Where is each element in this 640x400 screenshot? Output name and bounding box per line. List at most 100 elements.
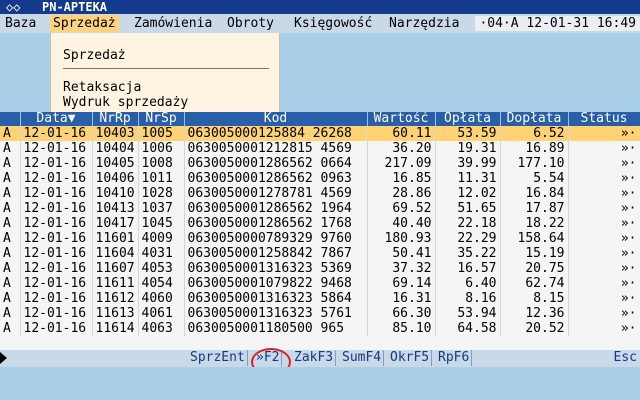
cell-flag: A: [0, 156, 21, 171]
table-row[interactable]: A 12-01-16 10413 1037 0630050001286562 1964 6…: [0, 201, 640, 216]
cell-oplata: 8.16: [435, 291, 501, 306]
cell-wartosc: 28.86: [367, 186, 436, 201]
cell-wartosc: 66.30: [367, 306, 436, 321]
cell-data: 12-01-16: [20, 306, 93, 321]
column-header-wartosc[interactable]: Wartość: [367, 112, 436, 126]
cell-doplata: 8.15: [500, 291, 569, 306]
dropdown-item-retaksacja[interactable]: Retaksacja: [63, 80, 141, 95]
cell-doplata: 20.52: [500, 321, 569, 336]
cell-oplata: 35.22: [435, 246, 501, 261]
column-header-kod[interactable]: Kod: [184, 112, 368, 126]
table-row[interactable]: A 12-01-16 11604 4031 0630050001258842 7867 5…: [0, 246, 640, 261]
table-row[interactable]: A 12-01-16 11613 4061 0630050001316323 5761 6…: [0, 306, 640, 321]
cell-wartosc: 50.41: [367, 246, 436, 261]
cell-flag: A: [0, 141, 21, 156]
cell-nrrp: 10406: [92, 171, 139, 186]
cell-doplata: 20.75: [500, 261, 569, 276]
cell-nrrp: 10410: [92, 186, 139, 201]
cell-kod: 0630050001180500 965: [184, 321, 368, 336]
table-row[interactable]: A 12-01-16 11614 4063 0630050001180500 965 85…: [0, 321, 640, 336]
cell-data: 12-01-16: [20, 321, 93, 336]
fkey-zakf3[interactable]: ZakF3: [292, 350, 337, 366]
menu-narzedzia[interactable]: Narzędzia: [386, 15, 462, 32]
menu-zamowienia[interactable]: Zamówienia: [131, 15, 215, 32]
cell-wartosc: 69.52: [367, 201, 436, 216]
cell-status: »·: [568, 126, 640, 141]
cell-nrrp: 10404: [92, 141, 139, 156]
cell-nrrp: 11611: [92, 276, 139, 291]
cell-wartosc: 217.09: [367, 156, 436, 171]
cell-status: »·: [568, 231, 640, 246]
cell-nrsp: 1028: [138, 186, 185, 201]
window-title: PN-APTEKA: [42, 0, 108, 14]
cell-nrsp: 1045: [138, 216, 185, 231]
menu-ksiegowosc[interactable]: Księgowość: [291, 15, 375, 32]
cell-kod: 0630050001258842 7867: [184, 246, 368, 261]
cell-data: 12-01-16: [20, 231, 93, 246]
menu-obroty[interactable]: Obroty: [224, 15, 277, 32]
table-row[interactable]: A 12-01-16 10405 1008 0630050001286562 0664 2…: [0, 156, 640, 171]
table-row[interactable]: A 12-01-16 10404 1006 0630050001212815 4569 3…: [0, 141, 640, 156]
table-row[interactable]: A 12-01-16 10403 1005 063005000125884 26268 6…: [0, 126, 640, 141]
cell-nrsp: 4053: [138, 261, 185, 276]
cell-oplata: 64.58: [435, 321, 501, 336]
cell-flag: A: [0, 186, 21, 201]
cell-data: 12-01-16: [20, 276, 93, 291]
cell-kod: 0630050001278781 4569: [184, 186, 368, 201]
menu-baza[interactable]: Baza: [2, 15, 39, 32]
cell-doplata: 6.52: [500, 126, 569, 141]
cell-status: »·: [568, 291, 640, 306]
cell-flag: A: [0, 246, 21, 261]
cell-nrrp: 10403: [92, 126, 139, 141]
cell-kod: 0630050001079822 9468: [184, 276, 368, 291]
dropdown-item-wydruk-sprzedazy[interactable]: Wydruk sprzedaży: [63, 95, 188, 110]
cell-nrrp: 10413: [92, 201, 139, 216]
column-header-nrsp[interactable]: NrSp: [138, 112, 185, 126]
fkey-sumf4[interactable]: SumF4: [340, 350, 385, 366]
table-row[interactable]: A 12-01-16 11611 4054 0630050001079822 9468 6…: [0, 276, 640, 291]
menu-sprzedaz[interactable]: Sprzedaż: [50, 15, 119, 32]
cell-flag: A: [0, 321, 21, 336]
column-header-oplata[interactable]: Opłata: [435, 112, 501, 126]
cell-kod: 0630050001286562 0963: [184, 171, 368, 186]
cell-doplata: 15.19: [500, 246, 569, 261]
cell-oplata: 19.31: [435, 141, 501, 156]
table-row[interactable]: A 12-01-16 11612 4060 0630050001316323 5864 1…: [0, 291, 640, 306]
cell-nrsp: 1008: [138, 156, 185, 171]
table-row[interactable]: A 12-01-16 11601 4009 0630050000789329 9760 1…: [0, 231, 640, 246]
table-row[interactable]: A 12-01-16 11607 4053 0630050001316323 5369 3…: [0, 261, 640, 276]
table-row[interactable]: A 12-01-16 10406 1011 0630050001286562 0963 1…: [0, 171, 640, 186]
fkey-sprzent[interactable]: SprzEnt: [188, 350, 248, 366]
cell-oplata: 16.57: [435, 261, 501, 276]
cell-status: »·: [568, 246, 640, 261]
column-header-nrrp[interactable]: NrRp: [92, 112, 139, 126]
cell-flag: A: [0, 291, 21, 306]
cell-oplata: 12.02: [435, 186, 501, 201]
cell-doplata: 17.87: [500, 201, 569, 216]
cell-doplata: 177.10: [500, 156, 569, 171]
cell-status: »·: [568, 156, 640, 171]
column-header-data[interactable]: Data▼: [20, 112, 93, 126]
cell-doplata: 16.84: [500, 186, 569, 201]
table-row[interactable]: A 12-01-16 10417 1045 0630050001286562 1768 4…: [0, 216, 640, 231]
cell-oplata: 39.99: [435, 156, 501, 171]
cell-wartosc: 16.85: [367, 171, 436, 186]
cell-wartosc: 40.40: [367, 216, 436, 231]
cell-data: 12-01-16: [20, 246, 93, 261]
cell-flag: A: [0, 261, 21, 276]
column-header-status[interactable]: Status: [568, 112, 640, 126]
cell-flag: A: [0, 171, 21, 186]
table-row[interactable]: A 12-01-16 10410 1028 0630050001278781 4569 2…: [0, 186, 640, 201]
cell-status: »·: [568, 171, 640, 186]
column-header-doplata[interactable]: Dopłata: [500, 112, 569, 126]
fkey-okrf5[interactable]: OkrF5: [388, 350, 433, 366]
cell-oplata: 11.31: [435, 171, 501, 186]
fkey-esc[interactable]: Esc: [614, 350, 637, 366]
column-header-flag[interactable]: [0, 112, 21, 126]
cell-nrsp: 1011: [138, 171, 185, 186]
cell-kod: 0630050001316323 5761: [184, 306, 368, 321]
cell-oplata: 22.18: [435, 216, 501, 231]
dropdown-item-sprzedaz[interactable]: Sprzedaż: [63, 48, 126, 63]
cell-wartosc: 60.11: [367, 126, 436, 141]
fkey-rpf6[interactable]: RpF6: [436, 350, 473, 366]
